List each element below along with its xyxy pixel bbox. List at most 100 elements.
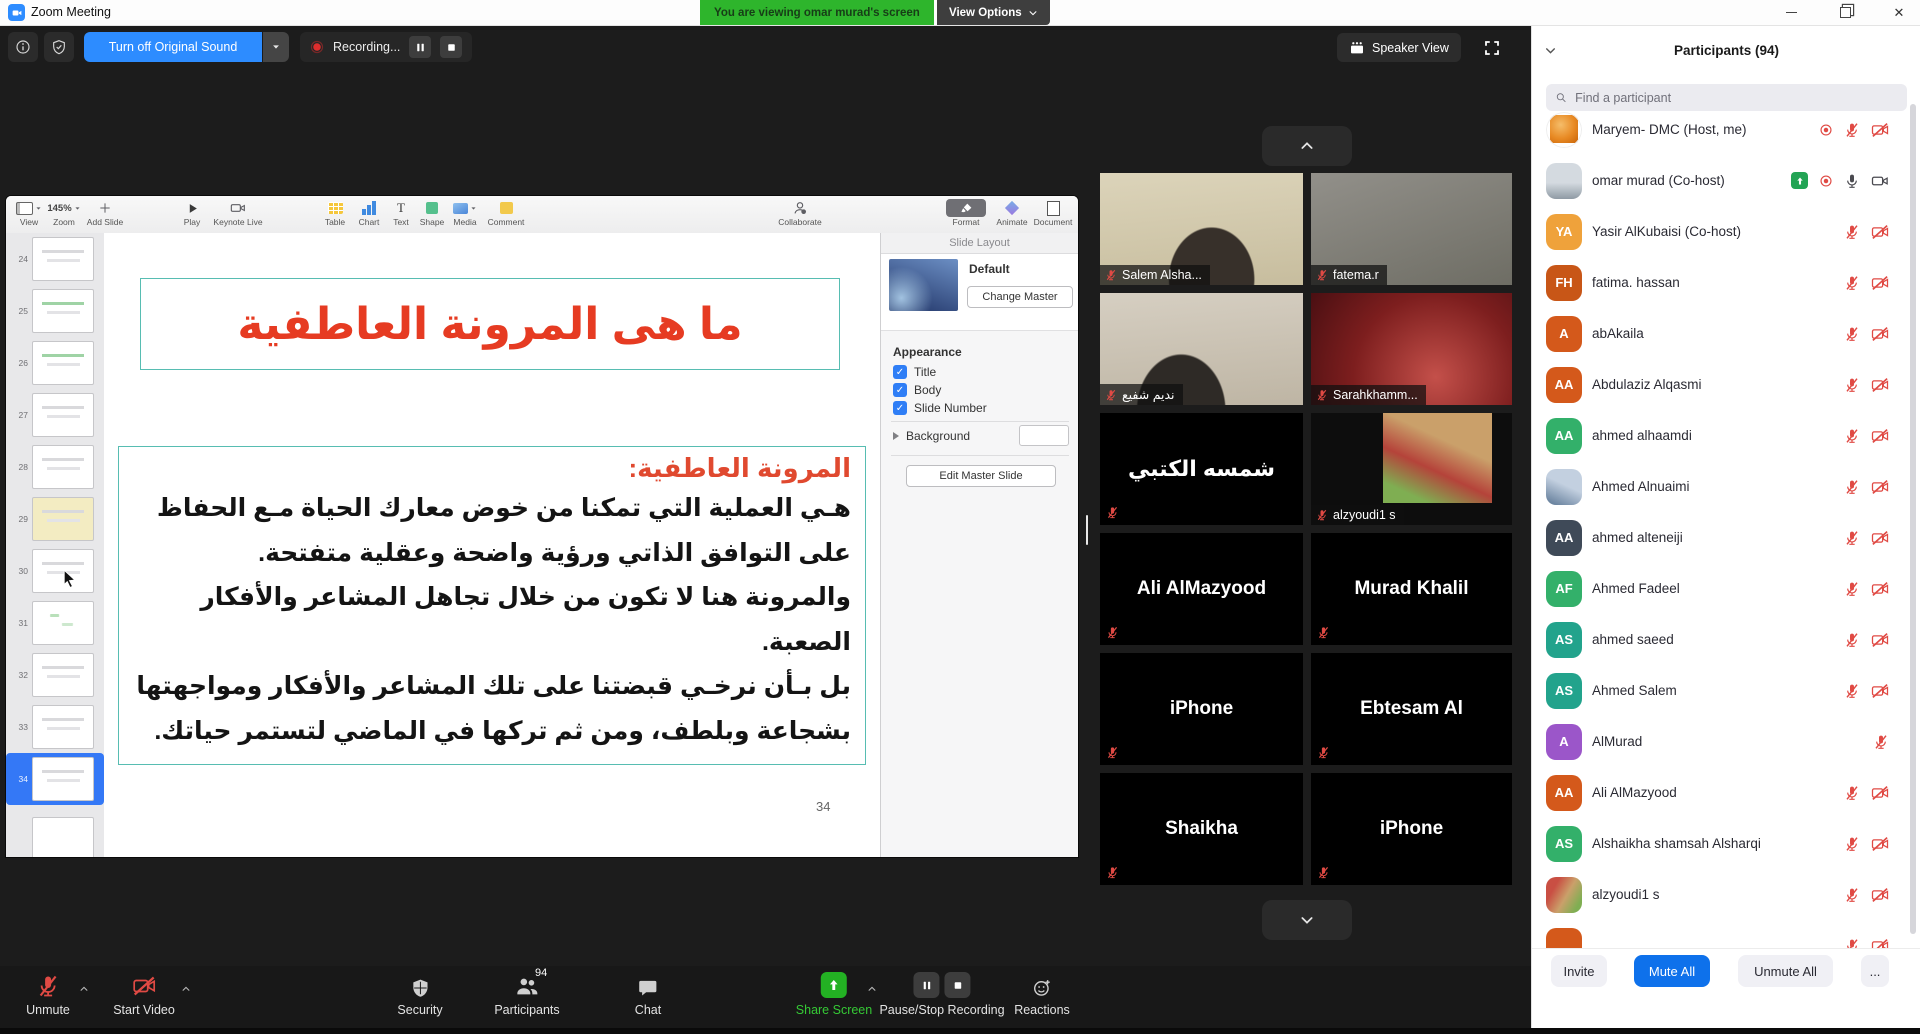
- stop-recording-button[interactable]: [945, 972, 971, 998]
- plus-icon: [98, 201, 112, 215]
- restore-button[interactable]: [1832, 3, 1858, 23]
- video-tile[interactable]: Salem Alsha...: [1100, 173, 1303, 285]
- slide-body-box[interactable]: المرونة العاطفية: هـي العملية التي تمكنا…: [118, 446, 866, 765]
- keynote-view-button[interactable]: View: [12, 199, 46, 227]
- participants-button[interactable]: 94 Participants: [494, 971, 559, 1017]
- change-master-button[interactable]: Change Master: [967, 286, 1073, 308]
- slide-thumbnail[interactable]: 25: [6, 285, 104, 337]
- view-options-button[interactable]: View Options: [937, 0, 1050, 25]
- participant-row[interactable]: AAAli AlMazyood: [1532, 767, 1920, 818]
- minimize-button[interactable]: [1778, 3, 1804, 23]
- keynote-zoom-control[interactable]: 145% Zoom: [46, 199, 82, 227]
- video-tile[interactable]: Ebtesam Al: [1311, 653, 1512, 765]
- video-options-chevron[interactable]: [181, 980, 191, 998]
- slide-thumbnail[interactable]: 33: [6, 701, 104, 753]
- title-checkbox-row[interactable]: ✓Title: [893, 365, 936, 379]
- participant-row[interactable]: Ahmed Alnuaimi: [1532, 461, 1920, 512]
- video-tile[interactable]: Sarahkhamm...: [1311, 293, 1512, 405]
- chat-button[interactable]: Chat: [635, 971, 661, 1017]
- keynote-live-button[interactable]: Keynote Live: [210, 199, 266, 227]
- participant-row[interactable]: alzyoudi1 s: [1532, 869, 1920, 920]
- speaker-view-button[interactable]: Speaker View: [1337, 33, 1461, 62]
- background-color-well[interactable]: [1019, 425, 1069, 446]
- video-tile[interactable]: iPhone: [1100, 653, 1303, 765]
- video-strip-up-button[interactable]: [1262, 126, 1352, 166]
- video-tile[interactable]: Shaikha: [1100, 773, 1303, 885]
- video-tile[interactable]: شمسه الكتبي: [1100, 413, 1303, 525]
- panel-collapse-button[interactable]: [1544, 42, 1557, 60]
- participant-row[interactable]: omar murad (Co-host): [1532, 155, 1920, 206]
- participant-row[interactable]: ASAlshaikha shamsah Alsharqi: [1532, 818, 1920, 869]
- participant-row[interactable]: ASAhmed Salem: [1532, 665, 1920, 716]
- security-button[interactable]: Security: [397, 971, 442, 1017]
- keynote-chart-button[interactable]: Chart: [352, 199, 386, 227]
- keynote-add-slide-button[interactable]: Add Slide: [82, 199, 128, 227]
- slide-thumbnail[interactable]: 29: [6, 493, 104, 545]
- video-tile[interactable]: iPhone: [1311, 773, 1512, 885]
- slide-thumbnail[interactable]: 30: [6, 545, 104, 597]
- participant-row[interactable]: AAAbdulaziz Alqasmi: [1532, 359, 1920, 410]
- meeting-info-button[interactable]: [8, 32, 38, 62]
- mute-all-button[interactable]: Mute All: [1634, 955, 1710, 987]
- slide-thumbnail[interactable]: 32: [6, 649, 104, 701]
- keynote-comment-button[interactable]: Comment: [484, 199, 528, 227]
- close-button[interactable]: ✕: [1886, 3, 1912, 23]
- stop-recording-button[interactable]: [440, 36, 462, 58]
- audio-options-chevron[interactable]: [79, 980, 89, 998]
- slide-thumbnail[interactable]: 27: [6, 389, 104, 441]
- participant-row[interactable]: YAYasir AlKubaisi (Co-host): [1532, 206, 1920, 257]
- slide-title-box[interactable]: ما هى المرونة العاطفية: [140, 278, 840, 370]
- share-options-chevron[interactable]: [867, 980, 877, 998]
- participant-row[interactable]: AabAkaila: [1532, 308, 1920, 359]
- slide-number-checkbox-row[interactable]: ✓Slide Number: [893, 401, 987, 415]
- keynote-text-button[interactable]: T Text: [386, 199, 416, 227]
- keynote-play-button[interactable]: Play: [174, 199, 210, 227]
- video-tile[interactable]: alzyoudi1 s: [1311, 413, 1512, 525]
- unmute-button[interactable]: Unmute: [26, 971, 70, 1017]
- pause-recording-button[interactable]: [409, 36, 431, 58]
- pane-resize-handle[interactable]: [1086, 515, 1088, 545]
- keynote-table-button[interactable]: Table: [318, 199, 352, 227]
- keynote-format-button[interactable]: Format: [944, 199, 988, 227]
- keynote-document-button[interactable]: Document: [1030, 199, 1076, 227]
- slide-thumbnail[interactable]: 26: [6, 337, 104, 389]
- start-video-button[interactable]: Start Video: [113, 971, 175, 1017]
- background-disclosure[interactable]: Background: [893, 429, 970, 443]
- video-tile[interactable]: Murad Khalil: [1311, 533, 1512, 645]
- participant-row[interactable]: AFAhmed Fadeel: [1532, 563, 1920, 614]
- encryption-button[interactable]: [44, 32, 74, 62]
- participant-row[interactable]: ASahmed saeed: [1532, 614, 1920, 665]
- participant-row[interactable]: [1532, 920, 1920, 948]
- fullscreen-button[interactable]: [1478, 34, 1506, 61]
- slide-thumbnail[interactable]: 34: [6, 753, 104, 805]
- participant-row[interactable]: AAahmed alteneiji: [1532, 512, 1920, 563]
- unmute-all-button[interactable]: Unmute All: [1738, 955, 1833, 987]
- slide-thumbnail[interactable]: [6, 813, 104, 857]
- video-tile[interactable]: Ali AlMazyood: [1100, 533, 1303, 645]
- video-tile[interactable]: fatema.r: [1311, 173, 1512, 285]
- invite-button[interactable]: Invite: [1551, 955, 1607, 987]
- original-sound-dropdown[interactable]: [263, 32, 289, 62]
- keynote-shape-button[interactable]: Shape: [414, 199, 450, 227]
- video-tile[interactable]: نديم شفيع: [1100, 293, 1303, 405]
- participant-row[interactable]: FHfatima. hassan: [1532, 257, 1920, 308]
- turn-off-original-sound-button[interactable]: Turn off Original Sound: [84, 32, 262, 62]
- keynote-media-button[interactable]: Media: [446, 199, 484, 227]
- participant-row[interactable]: Maryem- DMC (Host, me): [1532, 104, 1920, 155]
- master-slide-thumbnail[interactable]: [889, 259, 958, 311]
- keynote-collaborate-button[interactable]: Collaborate: [770, 199, 830, 227]
- video-strip-down-button[interactable]: [1262, 900, 1352, 940]
- share-screen-button[interactable]: Share Screen: [796, 971, 872, 1017]
- slide-thumbnail[interactable]: 24: [6, 233, 104, 285]
- keynote-animate-button[interactable]: Animate: [990, 199, 1034, 227]
- reactions-button[interactable]: Reactions: [1014, 971, 1070, 1017]
- participants-scrollbar[interactable]: [1910, 104, 1916, 934]
- more-options-button[interactable]: ...: [1861, 955, 1889, 987]
- slide-thumbnail[interactable]: 28: [6, 441, 104, 493]
- edit-master-slide-button[interactable]: Edit Master Slide: [906, 465, 1056, 487]
- participant-row[interactable]: AAlMurad: [1532, 716, 1920, 767]
- slide-thumbnail[interactable]: 31: [6, 597, 104, 649]
- participant-row[interactable]: AAahmed alhaamdi: [1532, 410, 1920, 461]
- pause-recording-button[interactable]: [914, 972, 940, 998]
- body-checkbox-row[interactable]: ✓Body: [893, 383, 941, 397]
